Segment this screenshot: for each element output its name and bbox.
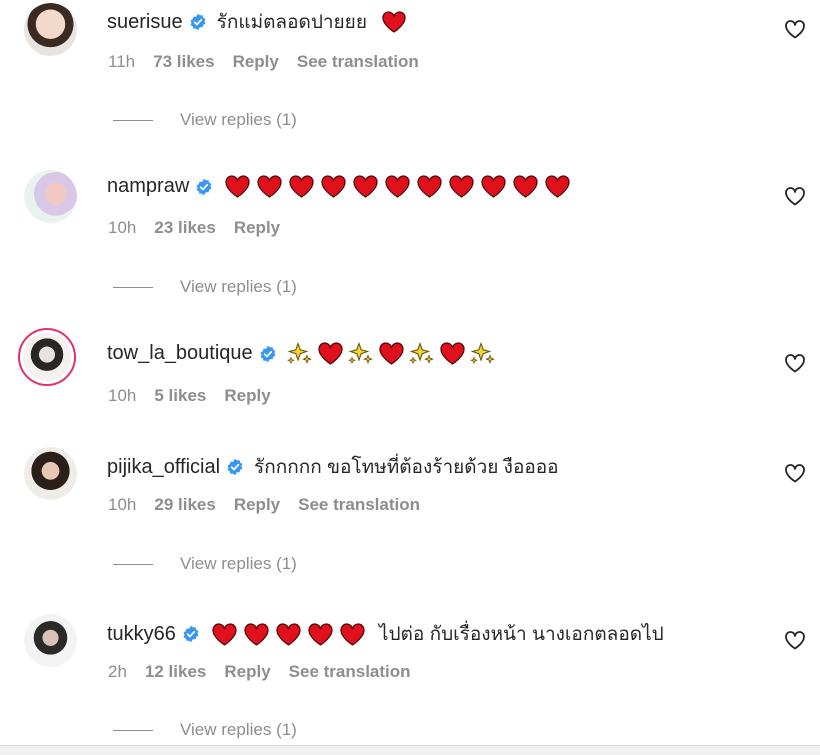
like-heart-outline-icon[interactable] xyxy=(783,351,807,375)
heart-emoji xyxy=(353,175,378,198)
heart-emoji xyxy=(513,175,538,198)
likes-count[interactable]: 73 likes xyxy=(153,52,214,72)
reply-button[interactable]: Reply xyxy=(233,52,279,72)
heart-emoji xyxy=(276,622,301,646)
sparkles-emoji xyxy=(408,341,434,365)
sparkles-emoji xyxy=(347,341,373,365)
heart-emoji xyxy=(449,175,474,198)
comment-meta: 2h 12 likes Reply See translation xyxy=(108,662,429,682)
reply-button[interactable]: Reply xyxy=(234,495,280,515)
heart-emoji xyxy=(340,622,365,646)
like-heart-outline-icon[interactable] xyxy=(783,461,807,485)
comment-text: ไปต่อ กับเรื่องหน้า นางเอกตลอดไป xyxy=(378,624,664,645)
heart-emoji xyxy=(417,175,442,198)
view-replies-label: View replies (1) xyxy=(180,110,297,129)
heart-emoji xyxy=(379,342,404,365)
emoji-row xyxy=(381,10,407,34)
comment-meta: 10h 5 likes Reply xyxy=(108,386,289,406)
likes-count[interactable]: 29 likes xyxy=(154,495,215,515)
heart-emoji xyxy=(481,175,506,198)
verified-badge-icon xyxy=(190,13,206,31)
divider xyxy=(113,729,153,731)
comment-meta: 11h 73 likes Reply See translation xyxy=(108,52,437,72)
heart-emoji xyxy=(225,175,250,198)
verified-badge-icon xyxy=(227,458,243,476)
verified-badge-icon xyxy=(196,178,212,195)
heart-emoji xyxy=(382,11,406,33)
heart-emoji xyxy=(244,622,269,646)
emoji-row xyxy=(223,174,572,199)
comment-meta: 10h 29 likes Reply See translation xyxy=(108,495,438,515)
timestamp: 10h xyxy=(108,218,137,237)
verified-badge-icon xyxy=(260,345,276,362)
view-replies-label: View replies (1) xyxy=(180,277,297,296)
view-replies-button[interactable]: View replies (1) xyxy=(113,720,297,740)
view-replies-label: View replies (1) xyxy=(180,720,297,739)
heart-emoji xyxy=(545,175,570,198)
likes-count[interactable]: 23 likes xyxy=(154,218,215,238)
timestamp: 10h xyxy=(108,495,137,514)
username[interactable]: tukky66 xyxy=(107,623,176,646)
timestamp: 2h xyxy=(108,662,127,681)
avatar[interactable] xyxy=(24,614,77,667)
avatar[interactable] xyxy=(24,3,77,56)
like-heart-outline-icon[interactable] xyxy=(783,17,807,41)
view-replies-label: View replies (1) xyxy=(180,554,297,573)
comment-text: รักแม่ตลอดปายยย xyxy=(216,12,367,33)
emoji-row xyxy=(210,622,367,647)
heart-emoji xyxy=(385,175,410,198)
username[interactable]: tow_la_boutique xyxy=(107,342,253,365)
see-translation-button[interactable]: See translation xyxy=(289,662,411,682)
view-replies-button[interactable]: View replies (1) xyxy=(113,277,297,297)
likes-count[interactable]: 12 likes xyxy=(145,662,206,682)
comment-meta: 10h 23 likes Reply xyxy=(108,218,298,238)
avatar-story-ring[interactable] xyxy=(18,328,76,386)
avatar[interactable] xyxy=(24,170,77,223)
reply-button[interactable]: Reply xyxy=(224,662,270,682)
reply-button[interactable]: Reply xyxy=(224,386,270,406)
heart-emoji xyxy=(440,342,465,365)
view-replies-button[interactable]: View replies (1) xyxy=(113,110,297,130)
username[interactable]: suerisue xyxy=(107,11,183,34)
sparkles-emoji xyxy=(286,341,312,365)
username[interactable]: nampraw xyxy=(107,175,189,198)
username[interactable]: pijika_official xyxy=(107,456,220,479)
reply-button[interactable]: Reply xyxy=(234,218,280,238)
like-heart-outline-icon[interactable] xyxy=(783,628,807,652)
emoji-row xyxy=(286,341,496,366)
divider xyxy=(113,119,153,121)
see-translation-button[interactable]: See translation xyxy=(297,52,419,72)
heart-emoji xyxy=(318,342,343,365)
view-replies-button[interactable]: View replies (1) xyxy=(113,554,297,574)
avatar[interactable] xyxy=(24,447,77,500)
verified-badge-icon xyxy=(183,625,199,643)
heart-emoji xyxy=(308,622,333,646)
timestamp: 10h xyxy=(108,386,137,405)
timestamp: 11h xyxy=(108,52,136,71)
heart-emoji xyxy=(289,175,314,198)
heart-emoji xyxy=(212,622,237,646)
see-translation-button[interactable]: See translation xyxy=(298,495,420,515)
divider xyxy=(113,286,153,288)
comment-text: รักกกกก ขอโทษที่ต้องร้ายด้วย งืออออ xyxy=(254,457,559,478)
like-heart-outline-icon[interactable] xyxy=(783,184,807,208)
likes-count[interactable]: 5 likes xyxy=(154,386,206,406)
heart-emoji xyxy=(257,175,282,198)
divider xyxy=(113,563,153,565)
heart-emoji xyxy=(321,175,346,198)
sparkles-emoji xyxy=(469,341,495,365)
